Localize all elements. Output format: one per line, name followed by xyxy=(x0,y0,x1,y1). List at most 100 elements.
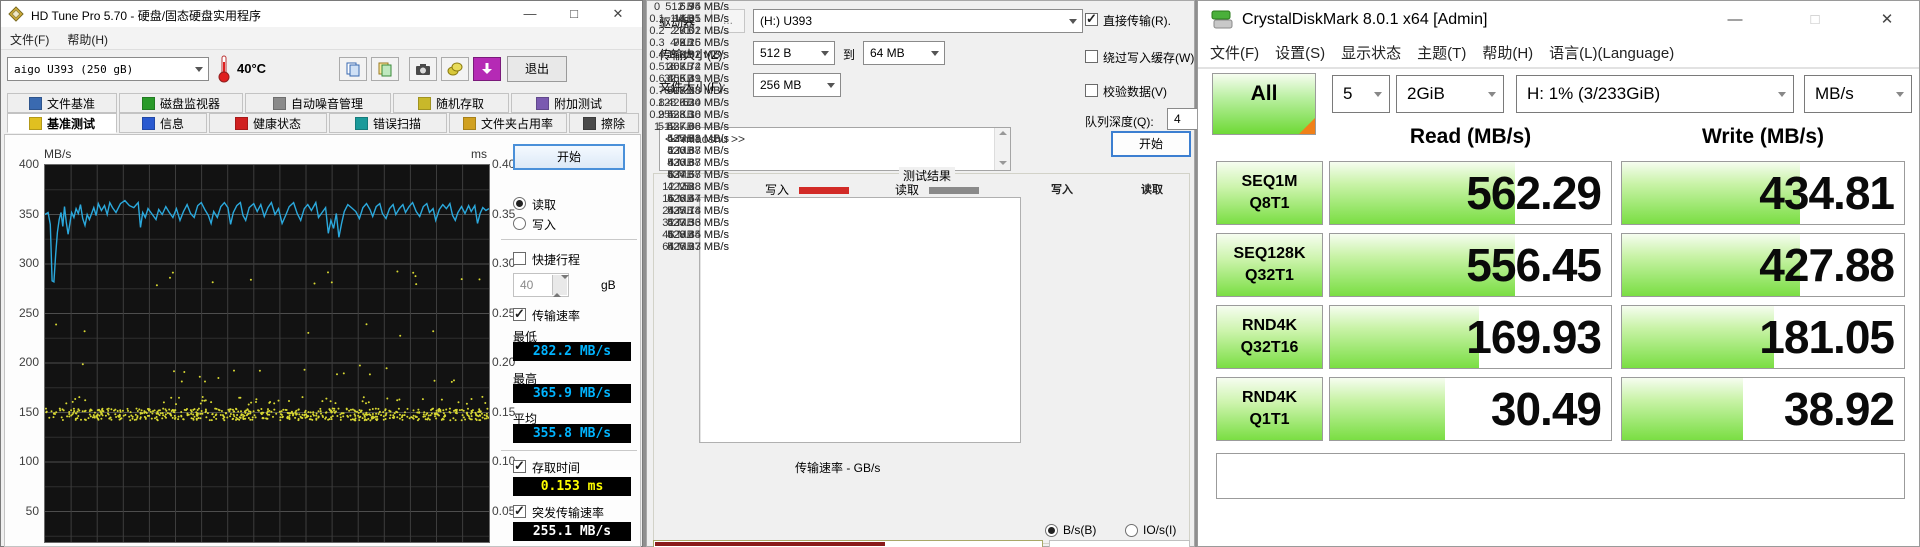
start-button[interactable]: 开始 xyxy=(513,144,625,170)
test-label-rnd4k-q1t1[interactable]: RND4K Q1T1 xyxy=(1216,377,1323,441)
close-button[interactable]: ✕ xyxy=(1870,9,1904,31)
result-fill-bar xyxy=(1330,306,1479,368)
test-count-select[interactable]: 5 xyxy=(1332,75,1390,113)
burst-rate-label: 突发传输速率 xyxy=(532,506,605,520)
tab-擦除[interactable]: 擦除 xyxy=(569,113,639,133)
menu-item[interactable]: 文件(F) xyxy=(1202,39,1267,66)
transfer-from-select[interactable]: 512 B xyxy=(753,41,835,65)
queue-depth-label: 队列深度(Q): xyxy=(1085,115,1154,129)
y-tick-right: 0.15 xyxy=(492,404,516,419)
minimize-button[interactable]: — xyxy=(1718,9,1752,31)
write-result-cell[interactable]: 38.92 xyxy=(1621,377,1905,441)
all-test-button[interactable]: All xyxy=(1212,73,1316,135)
write-radio[interactable] xyxy=(513,217,526,230)
result-fill-bar xyxy=(1330,378,1446,440)
menu-item[interactable]: 语言(L)(Language) xyxy=(1541,39,1682,66)
y-tick-left: 50 xyxy=(25,503,39,518)
min-value: 282.2 MB/s xyxy=(513,342,631,361)
to-label: 到 xyxy=(843,48,856,62)
write-result-cell[interactable]: 181.05 xyxy=(1621,305,1905,369)
tab-附加测试[interactable]: 附加测试 xyxy=(511,93,627,113)
tab-自动噪音管理[interactable]: 自动噪音管理 xyxy=(245,93,391,113)
read-result-cell[interactable]: 556.45 xyxy=(1329,233,1612,297)
progress-bar xyxy=(653,540,1043,547)
test-size-select[interactable]: 2GiB xyxy=(1396,75,1504,113)
tab-label: 基准测试 xyxy=(46,116,95,131)
bypass-cache-checkbox[interactable] xyxy=(1085,50,1098,63)
atto-start-button[interactable]: 开始 xyxy=(1111,131,1191,157)
exit-button[interactable]: 退出 xyxy=(507,56,567,82)
write-result-cell[interactable]: 434.81 xyxy=(1621,161,1905,225)
unit-select[interactable]: MB/s xyxy=(1804,75,1912,113)
tab-磁盘监视器[interactable]: 磁盘监视器 xyxy=(119,93,243,113)
read-result-cell[interactable]: 30.49 xyxy=(1329,377,1612,441)
update-button[interactable] xyxy=(473,57,501,81)
copy-button[interactable] xyxy=(339,57,367,81)
menu-item[interactable]: 显示状态 xyxy=(1333,39,1409,66)
tab-随机存取[interactable]: 随机存取 xyxy=(393,93,509,113)
comment-box[interactable] xyxy=(1216,453,1905,499)
tab-文件夹占用率[interactable]: 文件夹占用率 xyxy=(449,113,567,133)
access-time-checkbox[interactable] xyxy=(513,458,526,474)
shortstroke-stepper[interactable]: 40 xyxy=(513,273,569,297)
menu-item[interactable]: 主题(T) xyxy=(1409,39,1474,66)
target-drive-select[interactable]: H: 1% (3/233GiB) xyxy=(1516,75,1794,113)
transfer-to-select[interactable]: 64 MB xyxy=(863,41,945,65)
verify-data-checkbox[interactable] xyxy=(1085,84,1098,97)
shortstroke-label: 快捷行程 xyxy=(532,253,581,267)
tab-健康状态[interactable]: 健康状态 xyxy=(209,113,327,133)
transfer-from-value: 512 B xyxy=(760,46,792,60)
legend-write-label: 写入 xyxy=(765,183,790,197)
drive-select[interactable]: aigo U393 (250 gB) xyxy=(7,57,209,81)
atto-drive-select[interactable]: (H:) U393 xyxy=(753,9,1083,33)
window-title: CrystalDiskMark 8.0.1 x64 [Admin] xyxy=(1242,11,1488,28)
tab-错误扫描[interactable]: 错误扫描 xyxy=(329,113,447,133)
burst-rate-checkbox[interactable] xyxy=(513,503,526,519)
info-icon xyxy=(141,116,155,130)
hdtune-window: HD Tune Pro 5.70 - 硬盘/固态硬盘实用程序 — □ ✕ 文件(… xyxy=(0,0,643,547)
tab-label: 健康状态 xyxy=(252,116,301,131)
thermometer-icon xyxy=(218,55,230,83)
menu-item[interactable]: 帮助(H) xyxy=(1474,39,1541,66)
test-name: SEQ128K xyxy=(1233,245,1306,263)
read-radio[interactable] xyxy=(513,197,526,210)
test-label-rnd4k-q32t16[interactable]: RND4K Q32T16 xyxy=(1216,305,1323,369)
io-per-sec-radio[interactable] xyxy=(1125,524,1138,537)
purchase-button[interactable] xyxy=(441,57,469,81)
maximize-button[interactable]: □ xyxy=(1798,9,1832,31)
screenshot-button[interactable] xyxy=(409,57,437,81)
direct-io-checkbox[interactable] xyxy=(1085,11,1098,27)
close-button[interactable]: ✕ xyxy=(601,3,635,25)
test-label-seq128k-q32t1[interactable]: SEQ128K Q32T1 xyxy=(1216,233,1323,297)
description-scrollbar[interactable] xyxy=(994,128,1010,170)
write-result-cell[interactable]: 427.88 xyxy=(1621,233,1905,297)
bytes-per-sec-radio[interactable] xyxy=(1045,524,1058,537)
test-queue-thread: Q32T1 xyxy=(1245,267,1294,284)
target-drive-value: H: 1% (3/233GiB) xyxy=(1527,84,1661,103)
copy-color-button[interactable] xyxy=(371,57,399,81)
tab-基准测试[interactable]: 基准测试 xyxy=(7,113,117,133)
maximize-button[interactable]: □ xyxy=(557,3,591,25)
scroll-up-icon xyxy=(998,131,1007,135)
read-result-cell[interactable]: 562.29 xyxy=(1329,161,1612,225)
all-test-label: All xyxy=(1250,82,1278,105)
shortstroke-checkbox[interactable] xyxy=(513,252,526,265)
stepper-arrows[interactable] xyxy=(552,275,569,297)
disk-monitor-icon xyxy=(141,96,155,110)
transfer-rate-checkbox[interactable] xyxy=(513,306,526,322)
test-label-seq1m-q8t1[interactable]: SEQ1M Q8T1 xyxy=(1216,161,1323,225)
read-result-cell[interactable]: 169.93 xyxy=(1329,305,1612,369)
read-value: 535.81 MB/s xyxy=(667,133,729,145)
atto-drive-value: (H:) U393 xyxy=(760,14,813,28)
tab-文件基准[interactable]: 文件基准 xyxy=(7,93,117,113)
transfer-to-value: 64 MB xyxy=(870,46,905,60)
test-queue-thread: Q8T1 xyxy=(1249,195,1290,212)
read-value: 517.28 MB/s xyxy=(667,85,729,97)
y-axis-unit-right: ms xyxy=(471,147,487,161)
minimize-button[interactable]: — xyxy=(513,3,547,25)
file-size-select[interactable]: 256 MB xyxy=(753,73,841,97)
read-values-column: 6.75 MB/s 14.05 MB/s 27.01 MB/s 72.25 MB/s 1… xyxy=(647,1,729,253)
menu-item[interactable]: 设置(S) xyxy=(1267,39,1333,66)
tab-信息[interactable]: 信息 xyxy=(119,113,207,133)
test-count-value: 5 xyxy=(1343,84,1353,103)
